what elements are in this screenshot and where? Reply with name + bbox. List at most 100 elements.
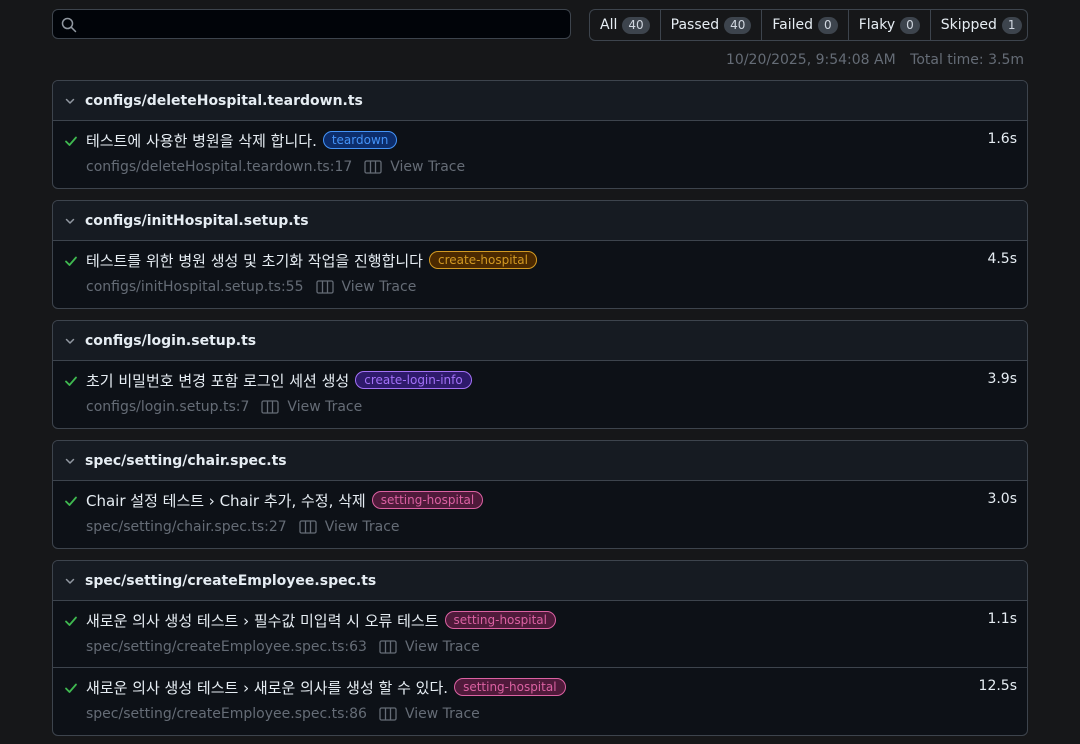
file-name: spec/setting/chair.spec.ts (85, 452, 287, 469)
test-location-row: spec/setting/chair.spec.ts:27 View Trace (86, 519, 400, 535)
test-duration: 12.5s (978, 678, 1017, 694)
run-meta: 10/20/2025, 9:54:08 AM Total time: 3.5m (726, 52, 1024, 68)
test-label[interactable]: setting-hospital (444, 611, 556, 629)
check-icon (64, 253, 78, 272)
filter-label: Failed (772, 17, 814, 33)
test-location[interactable]: configs/login.setup.ts:7 (86, 399, 249, 415)
chevron-down-icon (64, 455, 76, 467)
test-title: Chair 설정 테스트 › Chair 추가, 수정, 삭제 (86, 491, 366, 510)
view-trace-label: View Trace (390, 159, 466, 175)
trace-icon (379, 707, 397, 721)
filter-label: Flaky (858, 17, 896, 33)
filter-count: 1 (1001, 16, 1022, 34)
filter-label: Skipped (940, 17, 997, 33)
file-header[interactable]: configs/deleteHospital.teardown.ts (53, 81, 1027, 121)
trace-icon (379, 640, 397, 654)
test-title-row: 초기 비밀번호 변경 포함 로그인 세션 생성 create-login-info (86, 369, 472, 391)
filter-label: Passed (670, 17, 720, 33)
view-trace-label: View Trace (324, 519, 400, 535)
file-section: spec/setting/chair.spec.ts Chair 설정 테스트 ›… (52, 440, 1028, 549)
test-title-row: 새로운 의사 생성 테스트 › 필수값 미입력 시 오류 테스트 setting-… (86, 609, 556, 631)
status-filters: All 40 Passed 40 Failed 0 Flaky 0 Skippe… (589, 9, 1028, 41)
file-name: configs/login.setup.ts (85, 332, 257, 349)
filter-passed[interactable]: Passed 40 (661, 10, 763, 40)
view-trace-link[interactable]: View Trace (364, 159, 465, 175)
trace-icon (364, 160, 382, 174)
test-title-row: Chair 설정 테스트 › Chair 추가, 수정, 삭제 setting-h… (86, 489, 484, 511)
chevron-down-icon (64, 575, 76, 587)
test-duration: 3.9s (987, 371, 1017, 387)
test-location[interactable]: configs/initHospital.setup.ts:55 (86, 279, 304, 295)
test-duration: 1.1s (987, 611, 1017, 627)
total-time: Total time: 3.5m (910, 52, 1024, 68)
test-location-row: spec/setting/createEmployee.spec.ts:63 Vi… (86, 639, 480, 655)
test-title-row: 테스트를 위한 병원 생성 및 초기화 작업을 진행합니다 create-hosp… (86, 249, 537, 271)
file-name: spec/setting/createEmployee.spec.ts (85, 572, 377, 589)
test-label[interactable]: create-login-info (355, 371, 472, 389)
check-icon (64, 680, 78, 699)
test-row[interactable]: 테스트에 사용한 병원을 삭제 합니다. teardown 1.6s configs/… (53, 121, 1027, 188)
check-icon (64, 373, 78, 392)
test-row[interactable]: Chair 설정 테스트 › Chair 추가, 수정, 삭제 setting-h… (53, 481, 1027, 548)
file-header[interactable]: spec/setting/createEmployee.spec.ts (53, 561, 1027, 601)
check-icon (64, 133, 78, 152)
test-title: 새로운 의사 생성 테스트 › 필수값 미입력 시 오류 테스트 (86, 611, 439, 630)
test-row[interactable]: 새로운 의사 생성 테스트 › 새로운 의사를 생성 할 수 있다. settin… (53, 668, 1027, 735)
test-duration: 3.0s (987, 491, 1017, 507)
test-title: 테스트에 사용한 병원을 삭제 합니다. (86, 131, 317, 150)
test-label[interactable]: teardown (322, 131, 398, 149)
view-trace-link[interactable]: View Trace (379, 639, 480, 655)
run-datetime: 10/20/2025, 9:54:08 AM (726, 52, 896, 68)
test-title: 새로운 의사 생성 테스트 › 새로운 의사를 생성 할 수 있다. (86, 678, 449, 697)
test-duration: 1.6s (987, 131, 1017, 147)
trace-icon (315, 280, 334, 294)
file-section: configs/initHospital.setup.ts 테스트를 위한 병원 … (52, 200, 1028, 309)
test-location[interactable]: spec/setting/chair.spec.ts:27 (86, 519, 287, 535)
test-title: 테스트를 위한 병원 생성 및 초기화 작업을 진행합니다 (86, 251, 423, 270)
view-trace-link[interactable]: View Trace (315, 279, 417, 295)
chevron-down-icon (64, 215, 76, 227)
file-header[interactable]: configs/login.setup.ts (53, 321, 1027, 361)
trace-icon (299, 520, 317, 534)
test-row[interactable]: 테스트를 위한 병원 생성 및 초기화 작업을 진행합니다 create-hosp… (53, 241, 1027, 308)
test-location[interactable]: spec/setting/createEmployee.spec.ts:86 (86, 706, 367, 722)
filter-skipped[interactable]: Skipped 1 (931, 10, 1027, 40)
test-duration: 4.5s (987, 251, 1017, 267)
view-trace-label: View Trace (404, 706, 480, 722)
filter-failed[interactable]: Failed 0 (762, 10, 849, 40)
view-trace-link[interactable]: View Trace (299, 519, 400, 535)
view-trace-link[interactable]: View Trace (261, 399, 362, 415)
test-title-row: 테스트에 사용한 병원을 삭제 합니다. teardown (86, 129, 398, 151)
test-label[interactable]: setting-hospital (454, 678, 566, 696)
search-icon (61, 17, 77, 33)
test-location[interactable]: spec/setting/createEmployee.spec.ts:63 (86, 639, 367, 655)
chevron-down-icon (64, 95, 76, 107)
file-name: configs/deleteHospital.teardown.ts (85, 92, 363, 109)
file-section: configs/deleteHospital.teardown.ts 테스트에 사… (52, 80, 1028, 189)
file-section: configs/login.setup.ts 초기 비밀번호 변경 포함 로그인 … (52, 320, 1028, 429)
test-row[interactable]: 초기 비밀번호 변경 포함 로그인 세션 생성 create-login-info… (53, 361, 1027, 428)
filter-flaky[interactable]: Flaky 0 (849, 10, 931, 40)
check-icon (64, 493, 78, 512)
top-bar: All 40 Passed 40 Failed 0 Flaky 0 Skippe… (52, 9, 1028, 41)
test-label[interactable]: create-hospital (428, 251, 537, 269)
filter-count: 0 (818, 16, 838, 34)
filter-all[interactable]: All 40 (590, 10, 661, 40)
chevron-down-icon (64, 335, 76, 347)
test-location-row: configs/login.setup.ts:7 View Trace (86, 399, 362, 415)
test-title-row: 새로운 의사 생성 테스트 › 새로운 의사를 생성 할 수 있다. settin… (86, 676, 566, 698)
file-header[interactable]: configs/initHospital.setup.ts (53, 201, 1027, 241)
view-trace-link[interactable]: View Trace (379, 706, 480, 722)
search-input[interactable] (52, 9, 571, 39)
test-title: 초기 비밀번호 변경 포함 로그인 세션 생성 (86, 371, 350, 390)
test-row[interactable]: 새로운 의사 생성 테스트 › 필수값 미입력 시 오류 테스트 setting-… (53, 601, 1027, 668)
check-icon (64, 613, 78, 632)
filter-label: All (600, 17, 618, 33)
test-label[interactable]: setting-hospital (371, 491, 484, 509)
file-header[interactable]: spec/setting/chair.spec.ts (53, 441, 1027, 481)
view-trace-label: View Trace (404, 639, 480, 655)
test-location-row: configs/initHospital.setup.ts:55 View Tra… (86, 279, 416, 295)
filter-count: 40 (622, 16, 650, 34)
view-trace-label: View Trace (341, 279, 417, 295)
test-location[interactable]: configs/deleteHospital.teardown.ts:17 (86, 159, 352, 175)
